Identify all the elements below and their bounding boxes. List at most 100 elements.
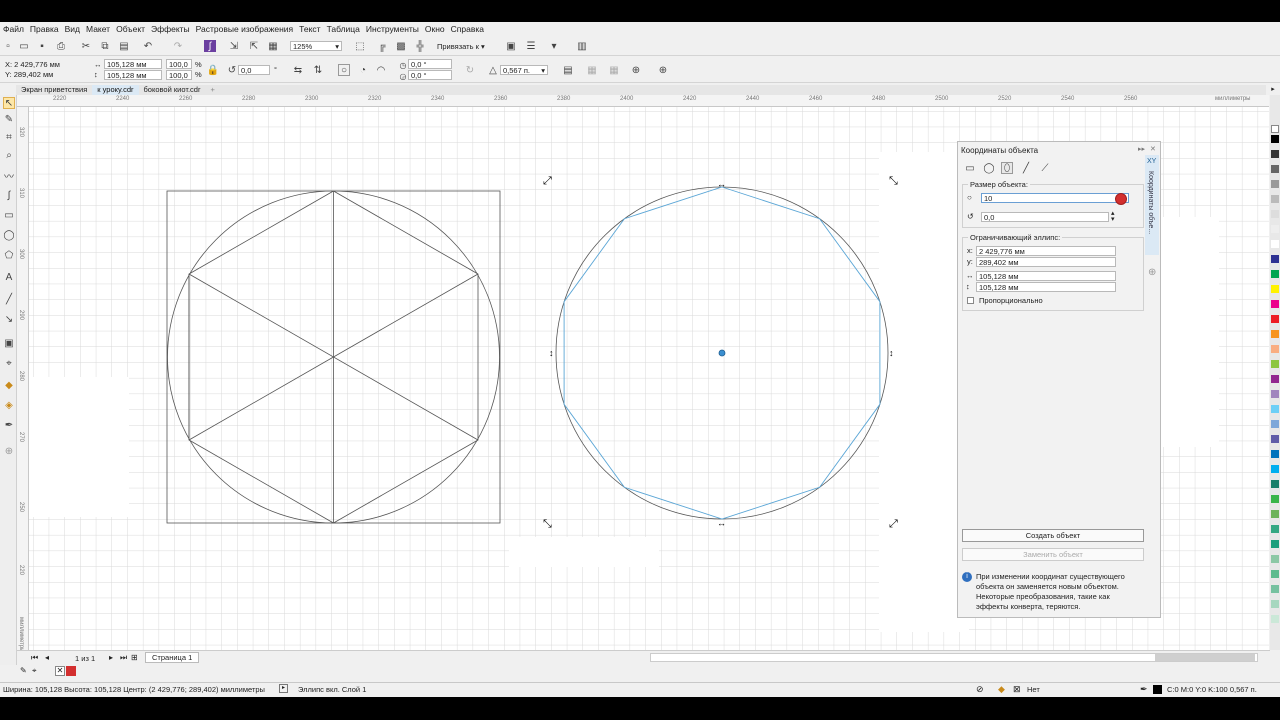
color-swatch[interactable] (1271, 270, 1279, 278)
color-swatch[interactable] (1271, 495, 1279, 503)
color-swatch[interactable] (1271, 615, 1279, 623)
red-swatch[interactable] (66, 666, 76, 676)
color-swatch[interactable] (1271, 465, 1279, 473)
horizontal-ruler[interactable]: 2220 2240 2260 2280 2300 2320 2340 2360 … (17, 95, 1269, 107)
polygon-icon[interactable]: ⬠ (3, 249, 15, 261)
rotate-handle-icon[interactable]: ⤢ (543, 175, 552, 187)
menu-bitmaps[interactable]: Растровые изображения (196, 24, 299, 34)
color-swatch[interactable] (1271, 435, 1279, 443)
spinner-marker[interactable] (1115, 193, 1127, 205)
publish-pdf-icon[interactable]: ▦ (267, 40, 279, 52)
guidelines-icon[interactable]: ╬ (414, 40, 426, 52)
color-swatch[interactable] (1271, 600, 1279, 608)
welcome-icon[interactable]: ▥ (576, 40, 588, 52)
shape-icon[interactable]: ✎ (3, 113, 15, 125)
color-swatch[interactable] (1271, 360, 1279, 368)
color-swatch[interactable] (1271, 150, 1279, 158)
proportional-checkbox[interactable] (967, 297, 974, 304)
rotation-field[interactable]: 0,0 (981, 212, 1109, 222)
menu-table[interactable]: Таблица (327, 24, 366, 34)
skew-handle-icon[interactable]: ↕ (549, 348, 554, 358)
corel-connect-icon[interactable]: ∫ (204, 40, 216, 52)
add-tab-button[interactable]: + (205, 85, 219, 95)
menu-layout[interactable]: Макет (86, 24, 116, 34)
rotation-field[interactable]: 0,0 (238, 65, 270, 75)
color-swatch[interactable] (1271, 135, 1279, 143)
color-swatch[interactable] (1271, 255, 1279, 263)
smart-fill-icon[interactable]: ◈ (3, 399, 15, 411)
color-swatch[interactable] (1271, 300, 1279, 308)
height-field[interactable]: 105,128 мм (104, 70, 162, 80)
color-swatch[interactable] (1271, 240, 1279, 248)
center-handle[interactable] (718, 349, 726, 357)
wrap-text-icon[interactable]: ▤ (562, 64, 574, 76)
no-color-swatch[interactable] (1271, 125, 1279, 133)
cut-icon[interactable]: ✂ (80, 40, 92, 52)
convert-curves-icon[interactable]: ⊕ (630, 64, 642, 76)
zoom-icon[interactable]: ⌕ (3, 149, 15, 161)
add-docker-icon[interactable]: ⊕ (1148, 267, 1156, 278)
tab-arrow-icon[interactable]: ▸ (1266, 85, 1280, 95)
color-swatch[interactable] (1271, 210, 1279, 218)
x-field[interactable]: 2 429,776 мм (976, 246, 1116, 256)
pointer-icon[interactable]: ↖ (3, 97, 15, 109)
x-position[interactable]: X: 2 429,776 мм (5, 60, 60, 69)
outline-pen-icon[interactable]: ✒ (3, 419, 15, 431)
scrollbar-thumb[interactable] (1155, 654, 1255, 661)
paste-icon[interactable]: ▤ (118, 40, 130, 52)
color-swatch[interactable] (1271, 510, 1279, 518)
ellipse-height-field[interactable]: 105,128 мм (976, 282, 1116, 292)
menu-tools[interactable]: Инструменты (366, 24, 425, 34)
pie-mode-icon[interactable]: ◔ (357, 64, 369, 76)
polygon-mode-icon[interactable]: ⬯ (1001, 162, 1013, 174)
zoom-select[interactable]: 125% ▾ (290, 41, 342, 51)
snap-to-dropdown[interactable]: Привязать к ▾ (437, 42, 485, 51)
color-swatch[interactable] (1271, 420, 1279, 428)
rectangle-mode-icon[interactable]: ▭ (964, 162, 976, 174)
width-field[interactable]: 105,128 мм (104, 59, 162, 69)
add-page-icon[interactable]: ⊞ (131, 653, 138, 662)
end-angle-field[interactable]: 0,0 ° (408, 70, 452, 80)
ellipse-mode-icon[interactable]: ◯ (983, 162, 995, 174)
menu-view[interactable]: Вид (65, 24, 86, 34)
skew-handle-icon[interactable]: ↔ (717, 518, 726, 528)
connector-icon[interactable]: ╱ (3, 293, 15, 305)
menu-window[interactable]: Окно (425, 24, 451, 34)
dimension-icon[interactable]: ↘ (3, 313, 15, 325)
direction-icon[interactable]: ↻ (464, 64, 476, 76)
skew-handle-icon[interactable]: ↕ (889, 348, 894, 358)
copy-icon[interactable]: ⧉ (99, 40, 111, 52)
grid-icon[interactable]: ▩ (395, 40, 407, 52)
tab-welcome[interactable]: Экран приветствия (16, 85, 92, 95)
save-icon[interactable]: ▪ (36, 40, 48, 52)
y-position[interactable]: Y: 289,402 мм (5, 70, 53, 79)
menu-text[interactable]: Текст (299, 24, 326, 34)
next-page-icon[interactable]: ▸ (109, 653, 113, 662)
to-front-icon[interactable]: ▦ (586, 64, 598, 76)
color-swatch[interactable] (1271, 450, 1279, 458)
undo-icon[interactable]: ↶ (142, 40, 154, 52)
interactive-fill-icon[interactable]: ◆ (3, 379, 15, 391)
color-swatch[interactable] (1271, 225, 1279, 233)
vertical-ruler[interactable]: 320 310 300 290 280 270 250 220 миллимет… (17, 107, 29, 653)
y-field[interactable]: 289,402 мм (976, 257, 1116, 267)
text-icon[interactable]: A (3, 271, 15, 283)
rotate-handle-icon[interactable]: ⤡ (543, 518, 552, 530)
color-swatch[interactable] (1271, 525, 1279, 533)
add-icon[interactable]: ⊕ (657, 64, 669, 76)
color-swatch[interactable] (1271, 555, 1279, 563)
ellipse-width-field[interactable]: 105,128 мм (976, 271, 1116, 281)
shadow-icon[interactable]: ▣ (3, 337, 15, 349)
skew-handle-icon[interactable]: ↔ (717, 179, 726, 189)
new-icon[interactable]: ▫ (2, 40, 14, 52)
last-page-icon[interactable]: ⏭ (120, 653, 127, 663)
full-screen-icon[interactable]: ⬚ (354, 40, 366, 52)
scale-y-field[interactable]: 100,0 (166, 70, 192, 80)
first-page-icon[interactable]: ⏮ (31, 653, 38, 663)
menu-effects[interactable]: Эффекты (151, 24, 196, 34)
horizontal-scrollbar[interactable] (650, 653, 1258, 662)
color-swatch[interactable] (1271, 375, 1279, 383)
tab-lesson[interactable]: к уроку.cdr (92, 85, 139, 95)
arc-mode-icon[interactable]: ◠ (375, 64, 387, 76)
replace-object-button[interactable]: Заменить объект (962, 548, 1144, 561)
